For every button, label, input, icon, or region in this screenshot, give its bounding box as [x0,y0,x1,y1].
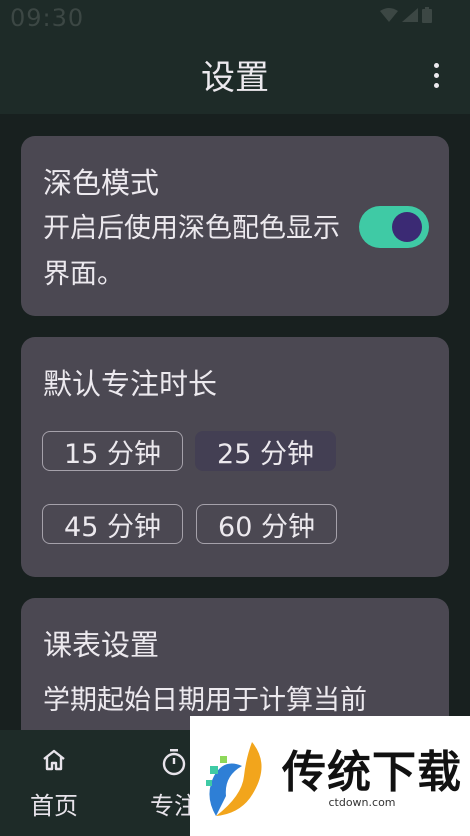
status-icons [380,7,432,23]
page-title: 设置 [201,58,269,98]
app-bar: 设置 [0,34,470,114]
duration-chip-25[interactable]: 25 分钟 [195,431,336,471]
duration-chip-45[interactable]: 45 分钟 [42,504,183,544]
focus-duration-title: 默认专注时长 [43,367,218,401]
duration-chip-60[interactable]: 60 分钟 [196,504,337,544]
nav-label-home: 首页 [30,792,78,820]
more-options-button[interactable] [424,60,448,90]
nav-item-home[interactable]: 首页 [0,730,114,836]
ctdown-url: ctdown.com [282,796,442,809]
schedule-title: 课表设置 [43,628,160,662]
settings-list[interactable]: 深色模式 开启后使用深色配色显示界面。 默认专注时长 15 分钟 25 分钟 4… [0,114,470,730]
ctdown-logo [206,742,262,816]
dark-mode-switch[interactable] [359,206,429,248]
battery-icon [422,7,432,23]
timer-icon [162,749,186,776]
signal-icon [402,8,418,22]
dark-mode-card: 深色模式 开启后使用深色配色显示界面。 [21,136,449,316]
status-bar: 09:30 [0,0,470,34]
dark-mode-description: 开启后使用深色配色显示界面。 [43,213,340,290]
ctdown-title: 传统下载 [282,747,462,798]
wifi-icon [380,8,398,22]
switch-thumb [392,212,422,242]
duration-chip-15[interactable]: 15 分钟 [42,431,183,471]
more-vert-icon [433,62,439,68]
ctdown-watermark: 传统下载 ctdown.com [190,716,470,836]
schedule-card: 课表设置 学期起始日期用于计算当前 [21,598,449,730]
home-icon [43,749,65,771]
focus-duration-card: 默认专注时长 15 分钟 25 分钟 45 分钟 60 分钟 [21,337,449,577]
dark-mode-title: 深色模式 [43,166,160,200]
status-time: 09:30 [10,4,85,32]
